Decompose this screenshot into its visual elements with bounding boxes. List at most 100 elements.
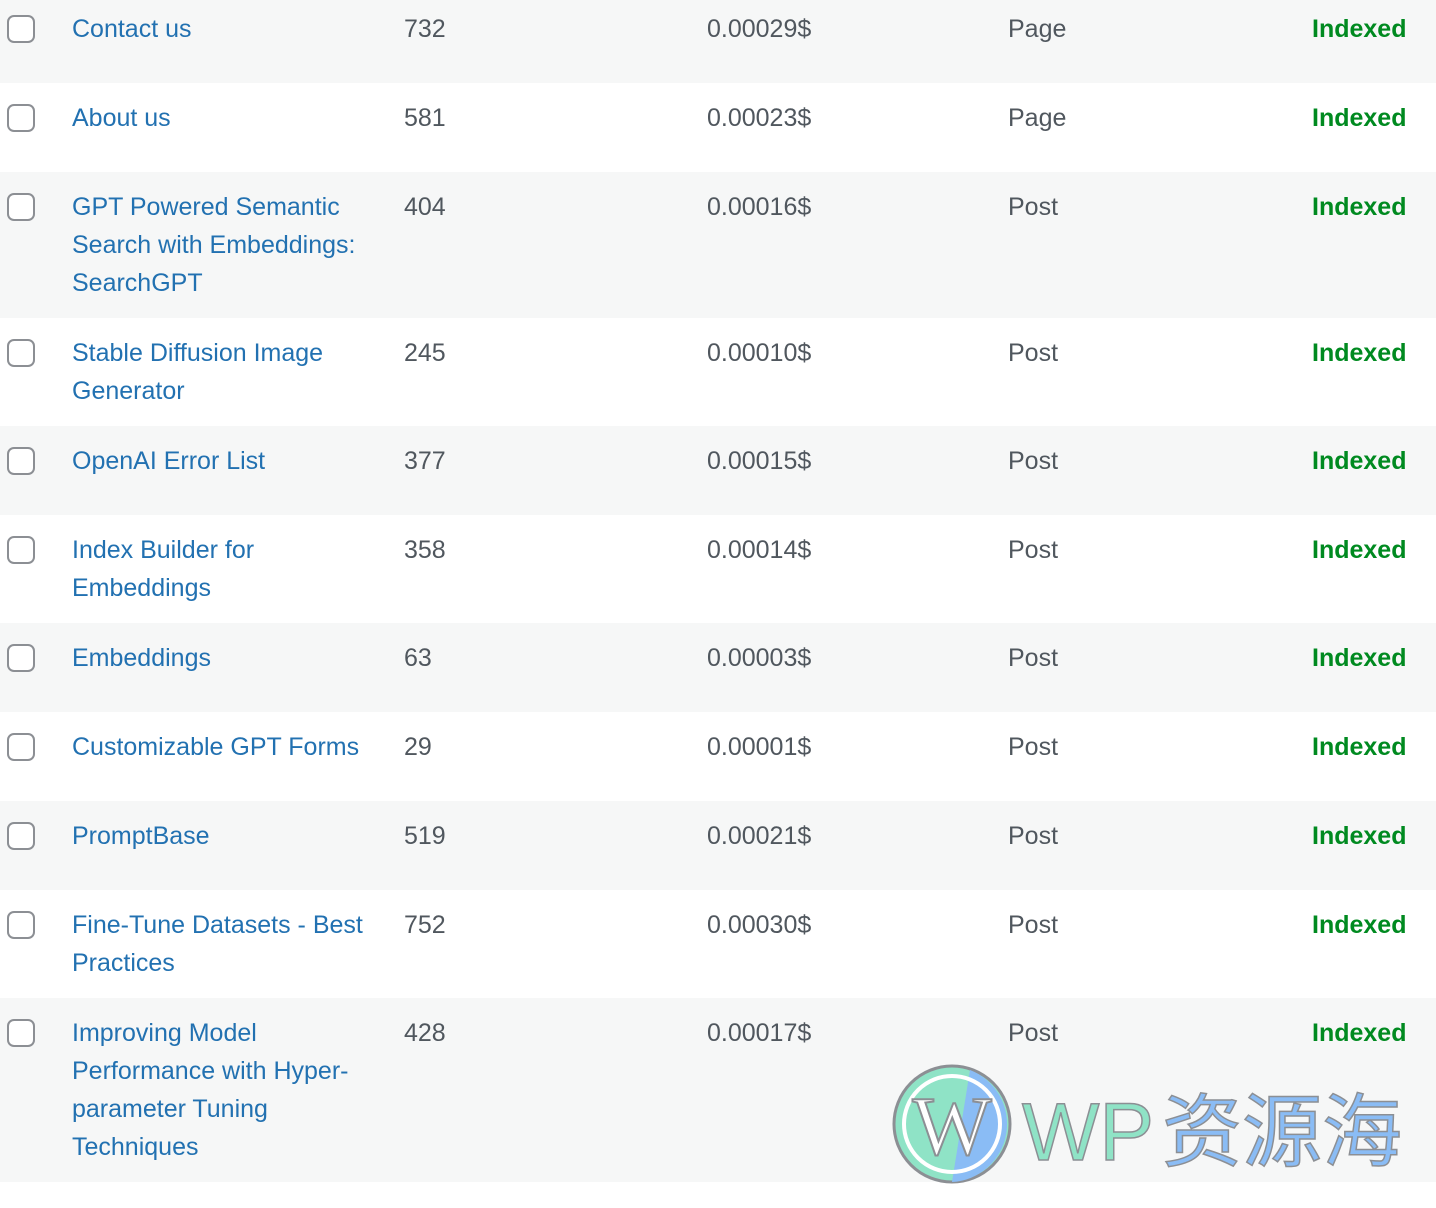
status-badge: Indexed (1312, 447, 1407, 475)
checkbox-cell (0, 801, 72, 890)
row-checkbox[interactable] (7, 911, 35, 939)
checkbox-cell (0, 998, 72, 1182)
post-type: Post (1008, 644, 1059, 672)
checkbox-cell (0, 712, 72, 801)
post-type: Post (1008, 536, 1059, 564)
cost: 0.00010$ (707, 339, 812, 367)
row-checkbox[interactable] (7, 447, 35, 475)
row-checkbox[interactable] (7, 104, 35, 132)
status-badge: Indexed (1312, 339, 1407, 367)
checkbox-cell (0, 172, 72, 318)
status-badge: Indexed (1312, 644, 1407, 672)
table-row: About us 581 0.00023$ Page Indexed (0, 83, 1436, 172)
checkbox-cell (0, 318, 72, 426)
token-count: 519 (404, 822, 446, 850)
table-row: Embeddings 63 0.00003$ Post Indexed (0, 623, 1436, 712)
post-title-link[interactable]: Improving Model Performance with Hyper-p… (72, 1019, 348, 1161)
post-title-link[interactable]: Index Builder for Embeddings (72, 536, 254, 602)
checkbox-cell (0, 890, 72, 998)
svg-text:W: W (912, 1080, 992, 1173)
token-count: 63 (404, 644, 432, 672)
token-count: 377 (404, 447, 446, 475)
table-row: PromptBase 519 0.00021$ Post Indexed (0, 801, 1436, 890)
post-title-link[interactable]: PromptBase (72, 822, 210, 850)
row-checkbox[interactable] (7, 1019, 35, 1047)
post-type: Post (1008, 911, 1059, 939)
cost: 0.00016$ (707, 193, 812, 221)
wordpress-logo-icon: W (892, 1064, 1012, 1184)
status-badge: Indexed (1312, 536, 1407, 564)
cost: 0.00001$ (707, 733, 812, 761)
table-row: OpenAI Error List 377 0.00015$ Post Inde… (0, 426, 1436, 515)
watermark-cn: 资源海 (1162, 1086, 1402, 1179)
token-count: 245 (404, 339, 446, 367)
token-count: 404 (404, 193, 446, 221)
title-cell: Fine-Tune Datasets - Best Practices (72, 890, 404, 998)
title-cell: Embeddings (72, 623, 404, 712)
post-type: Post (1008, 733, 1059, 761)
row-checkbox[interactable] (7, 822, 35, 850)
cost: 0.00030$ (707, 911, 812, 939)
post-title-link[interactable]: Embeddings (72, 644, 211, 672)
title-cell: GPT Powered Semantic Search with Embeddi… (72, 172, 404, 318)
cost: 0.00003$ (707, 644, 812, 672)
post-type: Post (1008, 447, 1059, 475)
title-cell: Index Builder for Embeddings (72, 515, 404, 623)
title-cell: Stable Diffusion Image Generator (72, 318, 404, 426)
table-row: Fine-Tune Datasets - Best Practices 752 … (0, 890, 1436, 998)
checkbox-cell (0, 83, 72, 172)
title-cell: PromptBase (72, 801, 404, 890)
post-title-link[interactable]: Fine-Tune Datasets - Best Practices (72, 911, 363, 977)
checkbox-cell (0, 426, 72, 515)
status-badge: Indexed (1312, 15, 1407, 43)
row-checkbox[interactable] (7, 193, 35, 221)
table-row: Customizable GPT Forms 29 0.00001$ Post … (0, 712, 1436, 801)
post-title-link[interactable]: Contact us (72, 15, 192, 43)
watermark-wp: WP (1022, 1087, 1154, 1178)
title-cell: OpenAI Error List (72, 426, 404, 515)
post-title-link[interactable]: OpenAI Error List (72, 447, 265, 475)
token-count: 732 (404, 15, 446, 43)
table-row: Contact us 732 0.00029$ Page Indexed (0, 0, 1436, 83)
token-count: 29 (404, 733, 432, 761)
token-count: 581 (404, 104, 446, 132)
table-row: Index Builder for Embeddings 358 0.00014… (0, 515, 1436, 623)
cost: 0.00015$ (707, 447, 812, 475)
post-type: Post (1008, 193, 1059, 221)
checkbox-cell (0, 623, 72, 712)
token-count: 428 (404, 1019, 446, 1047)
title-cell: Customizable GPT Forms (72, 712, 404, 801)
row-checkbox[interactable] (7, 536, 35, 564)
token-count: 358 (404, 536, 446, 564)
post-type: Page (1008, 104, 1067, 132)
post-title-link[interactable]: About us (72, 104, 171, 132)
cost: 0.00021$ (707, 822, 812, 850)
post-title-link[interactable]: Customizable GPT Forms (72, 733, 359, 761)
table-row: Stable Diffusion Image Generator 245 0.0… (0, 318, 1436, 426)
status-badge: Indexed (1312, 104, 1407, 132)
post-title-link[interactable]: Stable Diffusion Image Generator (72, 339, 323, 405)
title-cell: Improving Model Performance with Hyper-p… (72, 998, 404, 1182)
status-badge: Indexed (1312, 822, 1407, 850)
title-cell: About us (72, 83, 404, 172)
embeddings-table: Contact us 732 0.00029$ Page Indexed Abo… (0, 0, 1436, 1182)
watermark: W WP 资源海 (892, 1064, 1403, 1184)
cost: 0.00023$ (707, 104, 812, 132)
post-title-link[interactable]: GPT Powered Semantic Search with Embeddi… (72, 193, 355, 297)
post-type: Post (1008, 339, 1059, 367)
status-badge: Indexed (1312, 733, 1407, 761)
checkbox-cell (0, 0, 72, 83)
row-checkbox[interactable] (7, 733, 35, 761)
status-badge: Indexed (1312, 911, 1407, 939)
cost: 0.00029$ (707, 15, 812, 43)
cost: 0.00014$ (707, 536, 812, 564)
status-badge: Indexed (1312, 193, 1407, 221)
checkbox-cell (0, 515, 72, 623)
title-cell: Contact us (72, 0, 404, 83)
table-row: GPT Powered Semantic Search with Embeddi… (0, 172, 1436, 318)
row-checkbox[interactable] (7, 339, 35, 367)
row-checkbox[interactable] (7, 644, 35, 672)
row-checkbox[interactable] (7, 15, 35, 43)
token-count: 752 (404, 911, 446, 939)
post-type: Post (1008, 822, 1059, 850)
